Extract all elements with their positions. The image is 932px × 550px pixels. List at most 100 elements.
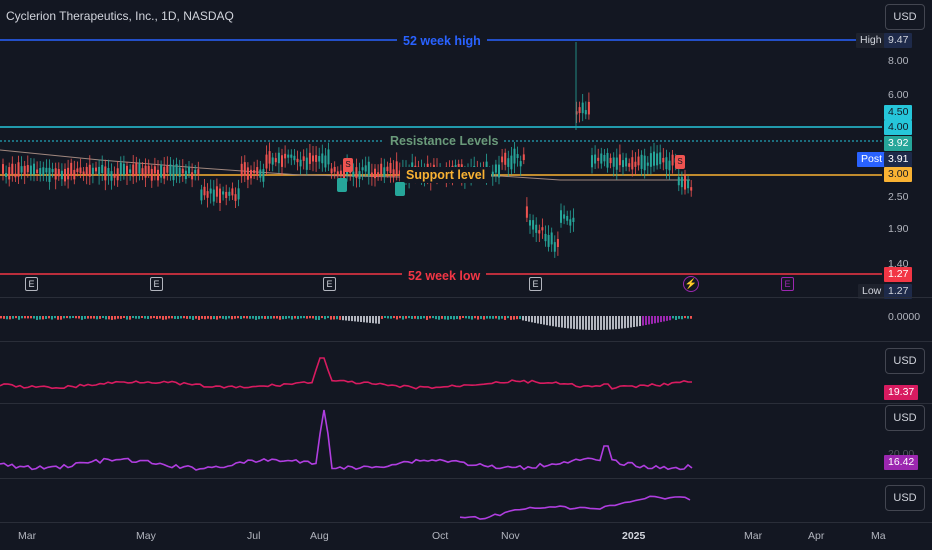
oscillator-bar [627,316,629,328]
oscillator-bar [516,316,518,320]
pane-divider[interactable] [0,341,932,342]
oscillator-bar [147,316,149,320]
candle-body [640,154,643,169]
candle-body [222,191,225,195]
time-label: Nov [501,530,520,542]
oscillator-bar [312,316,314,319]
earnings-marker[interactable]: E [150,277,163,291]
oscillator-bar [288,316,290,319]
split-marker-green[interactable] [395,182,405,196]
candle-body [163,166,166,179]
oscillator-bar [669,316,671,321]
pane-divider[interactable] [0,297,932,298]
earnings-marker[interactable]: E [529,277,542,291]
oscillator-bar [456,316,458,320]
split-marker-green[interactable] [337,178,347,192]
oscillator-bar [534,316,536,323]
oscillator-bar [27,316,29,319]
oscillator-bar [462,316,464,319]
candle-body [591,155,593,168]
oscillator-bar [78,316,80,319]
oscillator-bar [231,316,233,320]
oscillator-bar [687,316,689,319]
pane-divider[interactable] [0,478,932,479]
price-tick: 8.00 [888,55,909,67]
candle-body [246,167,249,180]
pane-divider[interactable] [0,522,932,523]
oscillator-bar [549,316,551,326]
candle-body [141,168,144,176]
candle-body [662,157,665,163]
oscillator-bar [369,316,371,323]
candle-body [494,164,497,173]
oscillator-bar [108,316,110,320]
oscillator-bar [600,316,602,330]
earnings-marker[interactable]: E [323,277,336,291]
candle-body [507,158,510,167]
resistance-levels-label[interactable]: Resistance Levels [384,133,505,149]
oscillator-bar [303,316,305,319]
oscillator-bar [519,316,521,320]
oscillator-bar [663,316,665,322]
oscillator-bar [333,316,335,320]
candle-body [60,170,63,180]
candle-body [358,171,361,179]
oscillator-bar [207,316,209,319]
candle-body [250,169,252,179]
52-week-low-label[interactable]: 52 week low [402,268,487,284]
oscillator-bar [105,316,107,320]
oscillator-bar [255,316,257,320]
candle-body [237,188,240,200]
split-marker[interactable]: S [343,158,353,172]
time-label: Apr [808,530,825,542]
time-label: Ma [871,530,886,542]
oscillator-bar [213,316,215,320]
candle-body [79,167,82,174]
oscillator-bar [630,316,632,328]
oscillator-bar [684,316,686,319]
oscillator-bar [360,316,362,322]
support-level-label[interactable]: Support level [400,167,492,183]
candle-body [76,168,79,173]
high-tag: High [856,33,886,48]
oscillator-bar [57,316,59,320]
oscillator-bar [18,316,20,320]
candle-body [556,238,559,248]
currency-button[interactable]: USD [885,4,925,30]
oscillator-bar [66,316,68,319]
oscillator-bar [141,316,143,319]
oscillator-bar [63,316,65,319]
oscillator-bar [243,316,245,319]
dividend-lightning-icon[interactable]: ⚡ [683,276,699,292]
candle-body [175,164,178,174]
oscillator-bar [237,316,239,319]
candle-body [333,166,336,172]
candle-body [535,224,538,233]
oscillator-bar [96,316,98,320]
earnings-marker[interactable]: E [25,277,38,291]
oscillator-bar [339,316,341,320]
candle-body [560,210,562,223]
52-week-high-label[interactable]: 52 week high [397,33,487,49]
candle-body [581,102,584,114]
oscillator-bar [558,316,560,328]
pane3-currency-button[interactable]: USD [885,405,925,431]
oscillator-bar [603,316,605,330]
pane4-currency-button[interactable]: USD [885,485,925,511]
oscillator-bar [3,316,5,319]
candle-body [169,164,172,176]
high-value: 9.47 [884,33,913,48]
oscillator-bar [324,316,326,320]
candle-body [73,169,76,180]
pane-divider[interactable] [0,403,932,404]
oscillator-bar [537,316,539,324]
candle-body [637,156,640,166]
oscillator-bar [567,316,569,329]
earnings-marker-upcoming[interactable]: E [781,277,794,291]
candle-body [606,152,609,168]
pane2-currency-button[interactable]: USD [885,348,925,374]
oscillator-bar [378,316,380,324]
oscillator-bar [576,316,578,330]
candle-body [690,187,693,191]
split-marker[interactable]: S [675,155,685,169]
